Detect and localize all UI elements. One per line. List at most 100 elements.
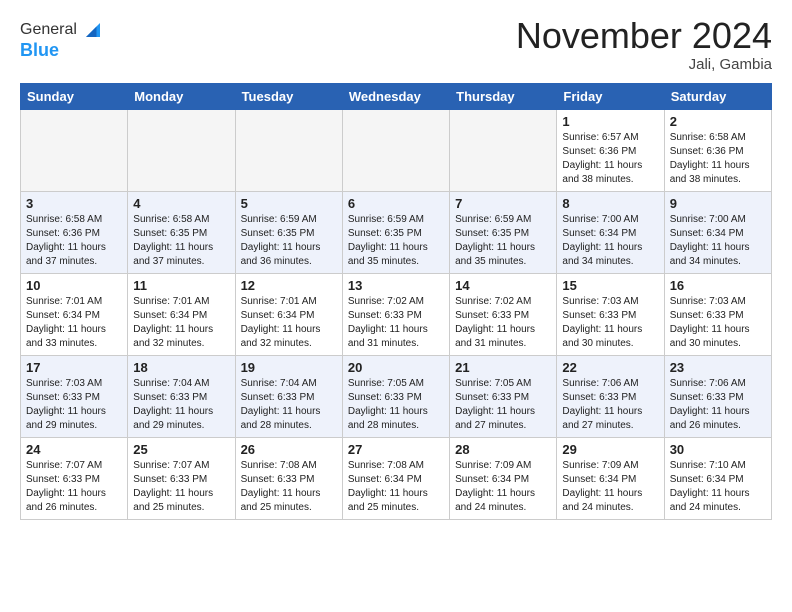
- day-info: Sunrise: 7:09 AM Sunset: 6:34 PM Dayligh…: [455, 459, 551, 515]
- column-header-friday: Friday: [557, 83, 664, 109]
- column-header-monday: Monday: [128, 83, 235, 109]
- column-header-thursday: Thursday: [450, 83, 557, 109]
- day-info: Sunrise: 7:01 AM Sunset: 6:34 PM Dayligh…: [133, 295, 229, 351]
- calendar-cell: 8 Sunrise: 7:00 AM Sunset: 6:34 PM Daylig…: [557, 191, 664, 273]
- day-number: 11: [133, 278, 229, 293]
- calendar-cell: 26 Sunrise: 7:08 AM Sunset: 6:33 PM Dayli…: [235, 437, 342, 519]
- day-number: 24: [26, 442, 122, 457]
- column-header-saturday: Saturday: [664, 83, 771, 109]
- day-number: 1: [562, 114, 658, 129]
- calendar-cell: 11 Sunrise: 7:01 AM Sunset: 6:34 PM Dayli…: [128, 273, 235, 355]
- header: General Blue November 2024 Jali, Gambia: [20, 16, 772, 73]
- day-info: Sunrise: 6:58 AM Sunset: 6:36 PM Dayligh…: [26, 213, 122, 269]
- day-info: Sunrise: 7:03 AM Sunset: 6:33 PM Dayligh…: [562, 295, 658, 351]
- day-info: Sunrise: 7:04 AM Sunset: 6:33 PM Dayligh…: [241, 377, 337, 433]
- day-info: Sunrise: 6:57 AM Sunset: 6:36 PM Dayligh…: [562, 131, 658, 187]
- day-number: 28: [455, 442, 551, 457]
- day-info: Sunrise: 7:00 AM Sunset: 6:34 PM Dayligh…: [670, 213, 766, 269]
- day-number: 10: [26, 278, 122, 293]
- calendar-cell: 16 Sunrise: 7:03 AM Sunset: 6:33 PM Dayli…: [664, 273, 771, 355]
- day-info: Sunrise: 7:03 AM Sunset: 6:33 PM Dayligh…: [26, 377, 122, 433]
- calendar-table: SundayMondayTuesdayWednesdayThursdayFrid…: [20, 83, 772, 520]
- calendar-cell: 20Sunrise: 7:05 AM Sunset: 6:33 PM Dayli…: [342, 355, 449, 437]
- day-info: Sunrise: 7:02 AM Sunset: 6:33 PM Dayligh…: [455, 295, 551, 351]
- day-number: 26: [241, 442, 337, 457]
- day-number: 19: [241, 360, 337, 375]
- day-number: 20: [348, 360, 444, 375]
- calendar-cell: 21 Sunrise: 7:05 AM Sunset: 6:33 PM Dayli…: [450, 355, 557, 437]
- day-info: Sunrise: 6:59 AM Sunset: 6:35 PM Dayligh…: [241, 213, 337, 269]
- day-number: 14: [455, 278, 551, 293]
- logo: General Blue: [20, 16, 107, 61]
- day-info: Sunrise: 7:01 AM Sunset: 6:34 PM Dayligh…: [241, 295, 337, 351]
- page: General Blue November 2024 Jali, Gambia …: [0, 0, 792, 612]
- day-number: 3: [26, 196, 122, 211]
- calendar-cell: 13Sunrise: 7:02 AM Sunset: 6:33 PM Dayli…: [342, 273, 449, 355]
- day-number: 25: [133, 442, 229, 457]
- day-info: Sunrise: 7:08 AM Sunset: 6:34 PM Dayligh…: [348, 459, 444, 515]
- calendar-header-row: SundayMondayTuesdayWednesdayThursdayFrid…: [21, 83, 772, 109]
- day-number: 16: [670, 278, 766, 293]
- day-number: 9: [670, 196, 766, 211]
- day-info: Sunrise: 6:58 AM Sunset: 6:36 PM Dayligh…: [670, 131, 766, 187]
- calendar-cell: 24Sunrise: 7:07 AM Sunset: 6:33 PM Dayli…: [21, 437, 128, 519]
- logo-icon: [79, 16, 107, 44]
- week-row-1: 1 Sunrise: 6:57 AM Sunset: 6:36 PM Daylig…: [21, 109, 772, 191]
- calendar-cell: 12 Sunrise: 7:01 AM Sunset: 6:34 PM Dayli…: [235, 273, 342, 355]
- calendar-cell: 1 Sunrise: 6:57 AM Sunset: 6:36 PM Daylig…: [557, 109, 664, 191]
- day-number: 12: [241, 278, 337, 293]
- day-info: Sunrise: 6:59 AM Sunset: 6:35 PM Dayligh…: [348, 213, 444, 269]
- day-info: Sunrise: 7:00 AM Sunset: 6:34 PM Dayligh…: [562, 213, 658, 269]
- calendar-cell: [342, 109, 449, 191]
- title-block: November 2024 Jali, Gambia: [516, 16, 772, 73]
- day-number: 29: [562, 442, 658, 457]
- day-number: 4: [133, 196, 229, 211]
- calendar-cell: 28 Sunrise: 7:09 AM Sunset: 6:34 PM Dayli…: [450, 437, 557, 519]
- day-info: Sunrise: 7:05 AM Sunset: 6:33 PM Dayligh…: [455, 377, 551, 433]
- day-info: Sunrise: 7:02 AM Sunset: 6:33 PM Dayligh…: [348, 295, 444, 351]
- month-title: November 2024: [516, 16, 772, 56]
- week-row-5: 24 Sunrise: 7:07 AM Sunset: 6:33 PM Dayli…: [21, 437, 772, 519]
- calendar-cell: 30 Sunrise: 7:10 AM Sunset: 6:34 PM Dayli…: [664, 437, 771, 519]
- day-info: Sunrise: 7:08 AM Sunset: 6:33 PM Dayligh…: [241, 459, 337, 515]
- day-info: Sunrise: 7:03 AM Sunset: 6:33 PM Dayligh…: [670, 295, 766, 351]
- calendar-cell: 15 Sunrise: 7:03 AM Sunset: 6:33 PM Dayli…: [557, 273, 664, 355]
- calendar-cell: 27Sunrise: 7:08 AM Sunset: 6:34 PM Dayli…: [342, 437, 449, 519]
- column-header-tuesday: Tuesday: [235, 83, 342, 109]
- calendar-cell: 7 Sunrise: 6:59 AM Sunset: 6:35 PM Daylig…: [450, 191, 557, 273]
- day-info: Sunrise: 6:58 AM Sunset: 6:35 PM Dayligh…: [133, 213, 229, 269]
- calendar-cell: 18Sunrise: 7:04 AM Sunset: 6:33 PM Dayli…: [128, 355, 235, 437]
- day-info: Sunrise: 6:59 AM Sunset: 6:35 PM Dayligh…: [455, 213, 551, 269]
- day-number: 23: [670, 360, 766, 375]
- calendar-cell: [128, 109, 235, 191]
- calendar-cell: 5 Sunrise: 6:59 AM Sunset: 6:35 PM Daylig…: [235, 191, 342, 273]
- day-number: 22: [562, 360, 658, 375]
- calendar-cell: 25 Sunrise: 7:07 AM Sunset: 6:33 PM Dayli…: [128, 437, 235, 519]
- calendar-cell: 6 Sunrise: 6:59 AM Sunset: 6:35 PM Daylig…: [342, 191, 449, 273]
- calendar-cell: 23Sunrise: 7:06 AM Sunset: 6:33 PM Dayli…: [664, 355, 771, 437]
- calendar-cell: 3 Sunrise: 6:58 AM Sunset: 6:36 PM Daylig…: [21, 191, 128, 273]
- calendar-cell: 4 Sunrise: 6:58 AM Sunset: 6:35 PM Daylig…: [128, 191, 235, 273]
- day-number: 21: [455, 360, 551, 375]
- day-number: 8: [562, 196, 658, 211]
- day-info: Sunrise: 7:09 AM Sunset: 6:34 PM Dayligh…: [562, 459, 658, 515]
- day-number: 18: [133, 360, 229, 375]
- day-number: 30: [670, 442, 766, 457]
- column-header-sunday: Sunday: [21, 83, 128, 109]
- calendar-cell: 14 Sunrise: 7:02 AM Sunset: 6:33 PM Dayli…: [450, 273, 557, 355]
- calendar-cell: 19 Sunrise: 7:04 AM Sunset: 6:33 PM Dayli…: [235, 355, 342, 437]
- day-number: 15: [562, 278, 658, 293]
- column-header-wednesday: Wednesday: [342, 83, 449, 109]
- week-row-4: 17Sunrise: 7:03 AM Sunset: 6:33 PM Dayli…: [21, 355, 772, 437]
- day-info: Sunrise: 7:10 AM Sunset: 6:34 PM Dayligh…: [670, 459, 766, 515]
- calendar-cell: [450, 109, 557, 191]
- day-number: 2: [670, 114, 766, 129]
- calendar-cell: 9 Sunrise: 7:00 AM Sunset: 6:34 PM Daylig…: [664, 191, 771, 273]
- day-number: 7: [455, 196, 551, 211]
- calendar-cell: 2 Sunrise: 6:58 AM Sunset: 6:36 PM Daylig…: [664, 109, 771, 191]
- location: Jali, Gambia: [516, 56, 772, 73]
- day-number: 5: [241, 196, 337, 211]
- day-number: 6: [348, 196, 444, 211]
- day-info: Sunrise: 7:07 AM Sunset: 6:33 PM Dayligh…: [133, 459, 229, 515]
- week-row-3: 10 Sunrise: 7:01 AM Sunset: 6:34 PM Dayli…: [21, 273, 772, 355]
